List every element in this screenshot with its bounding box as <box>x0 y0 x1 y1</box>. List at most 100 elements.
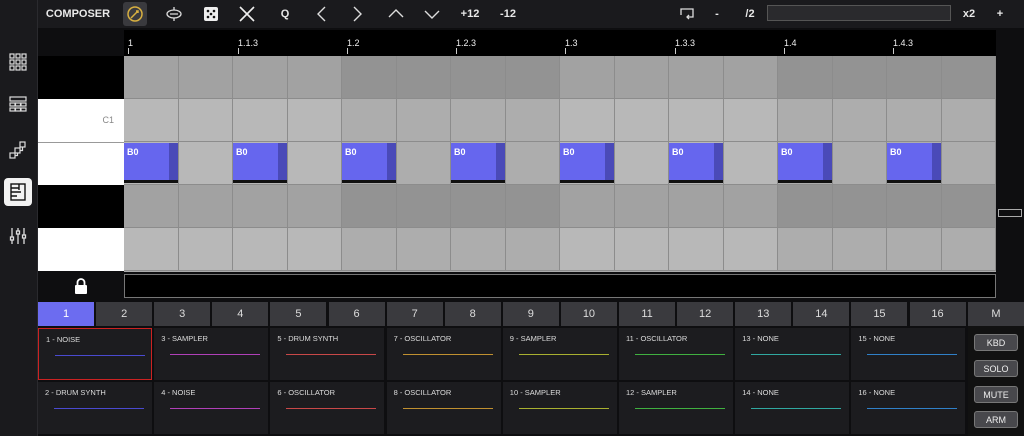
note-resize-handle[interactable] <box>931 143 941 180</box>
note-block[interactable]: B0 <box>560 143 614 183</box>
track-slot[interactable]: 3 - SAMPLER <box>154 328 269 380</box>
note-grid[interactable]: B0 B0 B0 B0 B0 B0 B0 B0 <box>124 56 996 272</box>
grid-cell[interactable] <box>887 185 942 228</box>
grid-cell[interactable] <box>178 142 233 185</box>
track-tab[interactable]: 7 <box>386 302 443 326</box>
grid-cell[interactable] <box>451 99 506 142</box>
mode-button[interactable]: M <box>968 302 1024 326</box>
grid-cell[interactable] <box>941 56 996 99</box>
zoom-out-button[interactable]: - <box>708 0 726 28</box>
grid-cell[interactable] <box>832 99 887 142</box>
grid-cell[interactable] <box>287 56 342 99</box>
sequencer-view-icon[interactable] <box>4 90 32 118</box>
grid-cell[interactable] <box>178 185 233 228</box>
grid-cell[interactable] <box>233 56 288 99</box>
track-tab[interactable]: 8 <box>444 302 501 326</box>
grid-cell[interactable] <box>778 185 833 228</box>
timeline-ruler[interactable]: 1 1.1.3 1.2 1.2.3 1.3 1.3.3 1.4 1.4.3 <box>124 30 996 56</box>
mixer-view-icon[interactable] <box>4 222 32 250</box>
grid-cell[interactable] <box>832 228 887 271</box>
edit-mode-icon[interactable] <box>123 2 147 26</box>
kbd-button[interactable]: KBD <box>974 334 1018 351</box>
arrow-right-icon[interactable] <box>346 0 368 28</box>
grid-cell[interactable] <box>342 99 397 142</box>
note-block[interactable]: B0 <box>451 143 505 183</box>
note-resize-handle[interactable] <box>604 143 614 180</box>
track-slot[interactable]: 1 - NOISE <box>38 328 152 380</box>
grid-cell[interactable] <box>505 56 560 99</box>
grid-cell[interactable] <box>723 185 778 228</box>
grid-cell[interactable] <box>451 185 506 228</box>
grid-cell[interactable] <box>778 228 833 271</box>
piano-key[interactable] <box>38 185 124 228</box>
solo-button[interactable]: SOLO <box>974 360 1018 377</box>
arrow-down-icon[interactable] <box>421 0 443 28</box>
patch-view-icon[interactable] <box>4 136 32 164</box>
grid-cell[interactable] <box>342 185 397 228</box>
grid-cell[interactable] <box>124 56 179 99</box>
multiply-button[interactable]: x2 <box>956 0 982 28</box>
grid-cell[interactable] <box>287 228 342 271</box>
piano-key[interactable] <box>38 142 124 185</box>
track-slot[interactable]: 15 - NONE <box>851 328 966 380</box>
loop-icon[interactable] <box>676 0 698 28</box>
grid-cell[interactable] <box>887 99 942 142</box>
grid-cell[interactable] <box>560 99 615 142</box>
grid-cell[interactable] <box>396 185 451 228</box>
divide-button[interactable]: /2 <box>738 0 762 28</box>
grid-cell[interactable] <box>614 99 669 142</box>
grid-cell[interactable] <box>832 185 887 228</box>
track-slot[interactable]: 7 - OSCILLATOR <box>386 328 501 380</box>
grid-cell[interactable] <box>832 56 887 99</box>
piano-key[interactable] <box>38 228 124 271</box>
grid-cell[interactable] <box>287 142 342 185</box>
track-tab[interactable]: 3 <box>154 302 211 326</box>
transpose-down-button[interactable]: -12 <box>494 0 522 28</box>
grid-cell[interactable] <box>124 228 179 271</box>
grid-cell[interactable] <box>124 99 179 142</box>
note-block[interactable]: B0 <box>124 143 178 183</box>
grid-cell[interactable] <box>941 99 996 142</box>
track-tab[interactable]: 15 <box>851 302 908 326</box>
grid-cell[interactable] <box>560 228 615 271</box>
note-resize-handle[interactable] <box>822 143 832 180</box>
grid-cell[interactable] <box>178 99 233 142</box>
note-block[interactable]: B0 <box>669 143 723 183</box>
grid-cell[interactable] <box>669 228 724 271</box>
transpose-up-button[interactable]: +12 <box>456 0 484 28</box>
zoom-slider[interactable] <box>767 5 951 21</box>
track-slot[interactable]: 5 - DRUM SYNTH <box>270 328 385 380</box>
grid-cell[interactable] <box>560 56 615 99</box>
grid-cell[interactable] <box>887 56 942 99</box>
grid-cell[interactable] <box>941 228 996 271</box>
grid-cell[interactable] <box>723 228 778 271</box>
track-slot[interactable]: 8 - OSCILLATOR <box>386 382 501 434</box>
grid-cell[interactable] <box>396 228 451 271</box>
grid-cell[interactable] <box>178 228 233 271</box>
arm-button[interactable]: ARM <box>974 411 1018 428</box>
grid-cell[interactable] <box>778 56 833 99</box>
note-resize-handle[interactable] <box>713 143 723 180</box>
note-block[interactable]: B0 <box>778 143 832 183</box>
vertical-scroll-thumb[interactable] <box>998 209 1022 217</box>
grid-cell[interactable] <box>124 185 179 228</box>
track-slot[interactable]: 11 - OSCILLATOR <box>619 328 733 380</box>
grid-cell[interactable] <box>505 99 560 142</box>
grid-cell[interactable] <box>178 56 233 99</box>
grid-cell[interactable] <box>832 142 887 185</box>
track-slot[interactable]: 9 - SAMPLER <box>502 328 617 380</box>
grid-cell[interactable] <box>233 185 288 228</box>
track-slot[interactable]: 13 - NONE <box>735 328 850 380</box>
grid-cell[interactable] <box>451 228 506 271</box>
track-tab[interactable]: 4 <box>212 302 269 326</box>
grid-cell[interactable] <box>669 185 724 228</box>
clear-close-icon[interactable] <box>235 0 259 28</box>
grid-cell[interactable] <box>614 185 669 228</box>
note-block[interactable]: B0 <box>342 143 396 183</box>
random-dice-icon[interactable] <box>199 0 223 28</box>
grid-cell[interactable] <box>669 56 724 99</box>
grid-cell[interactable] <box>941 142 996 185</box>
grid-cell[interactable] <box>287 185 342 228</box>
select-mode-icon[interactable] <box>162 0 186 28</box>
quantize-button[interactable]: Q <box>274 0 296 28</box>
